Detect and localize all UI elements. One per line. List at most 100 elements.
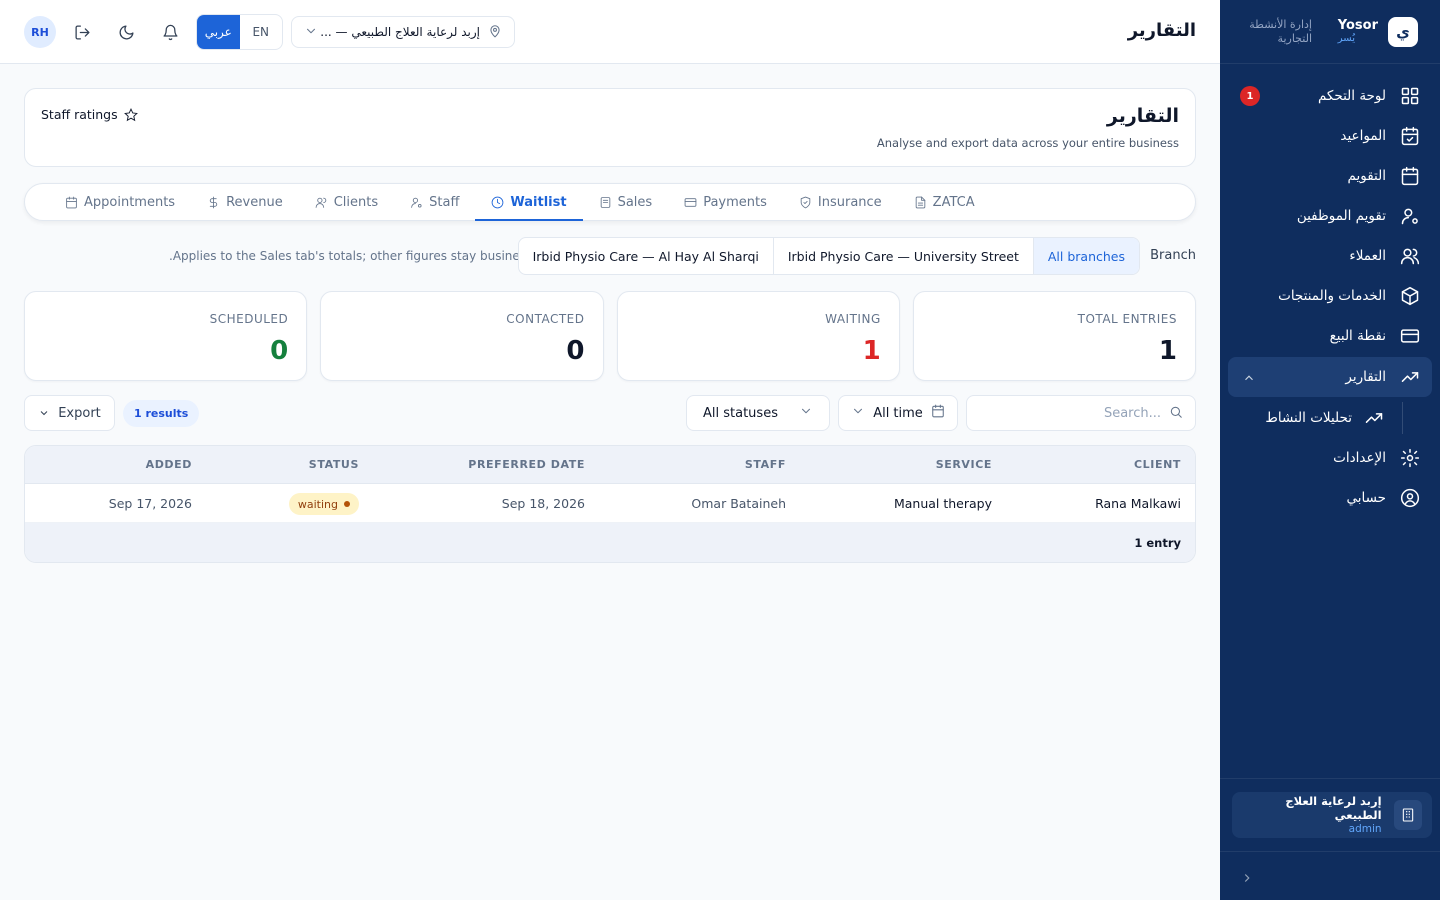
stat-value: 1 xyxy=(1158,336,1177,366)
sidebar-item-label: الإعدادات xyxy=(1333,450,1386,466)
column-header-staff[interactable]: STAFF xyxy=(745,458,786,471)
tab-revenue[interactable]: Revenue xyxy=(191,184,299,220)
entry-count: 1 entry xyxy=(1134,536,1181,550)
grid-icon xyxy=(1400,86,1420,106)
reports-title: التقارير xyxy=(1106,105,1179,127)
sidebar-item-reports[interactable]: التقارير xyxy=(1228,357,1432,397)
brand-logo: ي xyxy=(1388,16,1418,47)
search-field xyxy=(966,395,1196,431)
brand-subtitle: إدارة الأنشطة التجارية xyxy=(1249,17,1312,45)
tab-zatca[interactable]: ZATCA xyxy=(898,184,991,220)
sidebar-item-label: نقطة البيع xyxy=(1329,328,1386,344)
tab-payments[interactable]: Payments xyxy=(668,184,783,220)
cell-added: Sep 17, 2026 xyxy=(108,496,192,511)
table-row[interactable]: Rana Malkawi Manual therapy Omar Bataine… xyxy=(25,484,1195,523)
sidebar-item-dashboard[interactable]: 1 لوحة التحكم xyxy=(1228,76,1432,116)
clock-icon xyxy=(492,196,504,208)
sidebar-item-label: الخدمات والمنتجات xyxy=(1278,288,1386,304)
sidebar-item-calendar[interactable]: التقويم xyxy=(1228,156,1432,196)
lang-english-button[interactable]: EN xyxy=(240,15,283,49)
column-header-client[interactable]: CLIENT xyxy=(1134,458,1181,471)
column-header-service[interactable]: SERVICE xyxy=(936,458,992,471)
stat-label: WAITING xyxy=(825,312,881,326)
tab-label: Staff xyxy=(429,194,460,210)
branch-filter-note: .Applies to the Sales tab's totals; othe… xyxy=(169,249,565,263)
sidebar-item-account[interactable]: حسابي xyxy=(1228,478,1432,518)
stat-value: 0 xyxy=(270,336,289,366)
branch-option-al-hay-al-sharqi[interactable]: Irbid Physio Care — Al Hay Al Sharqi xyxy=(519,238,773,274)
package-icon xyxy=(1400,286,1420,306)
branch-select[interactable]: إربد لرعاية العلاج الطبيعي — ... xyxy=(291,16,515,48)
org-switcher[interactable]: إربد لرعاية العلاج الطبيعي admin xyxy=(1232,792,1432,838)
bell-icon[interactable] xyxy=(158,20,182,44)
status-filter-select[interactable]: All statuses xyxy=(686,395,830,431)
sidebar-item-activity-analytics[interactable]: تحليلات النشاط xyxy=(1228,398,1432,438)
tab-sales[interactable]: Sales xyxy=(583,184,669,220)
org-info: إربد لرعاية العلاج الطبيعي admin xyxy=(1242,793,1382,835)
avatar[interactable]: RH xyxy=(24,16,56,48)
column-header-added[interactable]: ADDED xyxy=(146,458,192,471)
stat-waiting: WAITING 1 xyxy=(616,291,900,381)
org-role: admin xyxy=(1348,822,1382,835)
tab-waitlist[interactable]: Waitlist xyxy=(475,184,583,221)
sidebar-item-pos[interactable]: نقطة البيع xyxy=(1228,316,1432,356)
chevron-down-icon xyxy=(799,404,813,422)
tab-label: ZATCA xyxy=(932,194,975,210)
calendar-icon xyxy=(66,196,77,208)
brand-name-en: Yosor xyxy=(1337,17,1378,33)
cell-preferred-date: Sep 18, 2026 xyxy=(501,496,585,511)
tab-insurance[interactable]: Insurance xyxy=(783,184,898,220)
stat-label: CONTACTED xyxy=(506,312,585,326)
column-header-status[interactable]: STATUS xyxy=(309,458,359,471)
lang-arabic-button[interactable]: عربي xyxy=(197,15,240,49)
search-input[interactable] xyxy=(991,405,1161,421)
document-icon xyxy=(915,196,925,208)
tab-label: Payments xyxy=(703,194,767,210)
sidebar: إدارة الأنشطة التجارية Yosor يُسر ي 1 لو… xyxy=(1220,0,1440,900)
chevron-right-icon xyxy=(1244,874,1250,882)
sidebar-item-settings[interactable]: الإعدادات xyxy=(1228,438,1432,478)
sidebar-item-label: حسابي xyxy=(1346,490,1386,506)
export-button[interactable]: Export xyxy=(24,395,115,431)
cell-staff: Omar Bataineh xyxy=(691,496,786,511)
cell-service: Manual therapy xyxy=(893,496,992,511)
table-footer: 1 entry xyxy=(25,523,1195,562)
moon-icon[interactable] xyxy=(114,20,138,44)
sidebar-item-clients[interactable]: العملاء xyxy=(1228,236,1432,276)
org-name: إربد لرعاية العلاج الطبيعي xyxy=(1285,793,1382,822)
user-cog-icon xyxy=(411,197,422,208)
calendar-icon xyxy=(931,404,945,422)
waitlist-stats: TOTAL ENTRIES 1 WAITING 1 CONTACTED 0 SC… xyxy=(24,291,1196,381)
credit-card-icon xyxy=(684,197,697,207)
sidebar-item-label: التقويم xyxy=(1347,168,1386,184)
branch-option-all[interactable]: All branches xyxy=(1032,238,1139,274)
tab-label: Insurance xyxy=(817,194,882,210)
reports-header-card: التقارير Analyse and export data across … xyxy=(24,88,1196,167)
collapse-sidebar-button[interactable] xyxy=(1240,870,1256,886)
user-circle-icon xyxy=(1400,488,1420,508)
calendar-check-icon xyxy=(1400,126,1420,146)
branch-option-university-street[interactable]: Irbid Physio Care — University Street xyxy=(772,238,1033,274)
receipt-icon xyxy=(600,196,610,208)
sidebar-item-appointments[interactable]: المواعيد xyxy=(1228,116,1432,156)
tab-clients[interactable]: Clients xyxy=(299,184,394,220)
star-icon xyxy=(123,107,138,121)
tab-staff[interactable]: Staff xyxy=(394,184,475,220)
sidebar-item-staff-calendar[interactable]: تقويم الموظفين xyxy=(1228,196,1432,236)
column-header-preferred-date[interactable]: PREFERRED DATE xyxy=(468,458,585,471)
sidebar-item-label: تقويم الموظفين xyxy=(1296,208,1386,224)
sidebar-item-label: المواعيد xyxy=(1340,128,1386,144)
brand[interactable]: Yosor يُسر ي xyxy=(1337,16,1418,47)
sidebar-item-services[interactable]: الخدمات والمنتجات xyxy=(1228,276,1432,316)
tab-appointments[interactable]: Appointments xyxy=(49,184,191,220)
chevron-up-icon[interactable] xyxy=(1242,370,1256,384)
status-badge-label: waiting xyxy=(297,497,338,511)
reports-subtitle: Analyse and export data across your enti… xyxy=(876,136,1179,150)
logout-icon[interactable] xyxy=(70,20,94,44)
users-icon xyxy=(1400,246,1420,266)
status-badge: waiting xyxy=(288,493,359,515)
time-range-select[interactable]: All time xyxy=(838,395,958,431)
staff-ratings-button[interactable]: Staff ratings xyxy=(41,107,138,122)
topbar: التقارير RH عربي EN إربد لرعاية العلاج ا… xyxy=(0,0,1220,64)
stat-value: 0 xyxy=(566,336,585,366)
